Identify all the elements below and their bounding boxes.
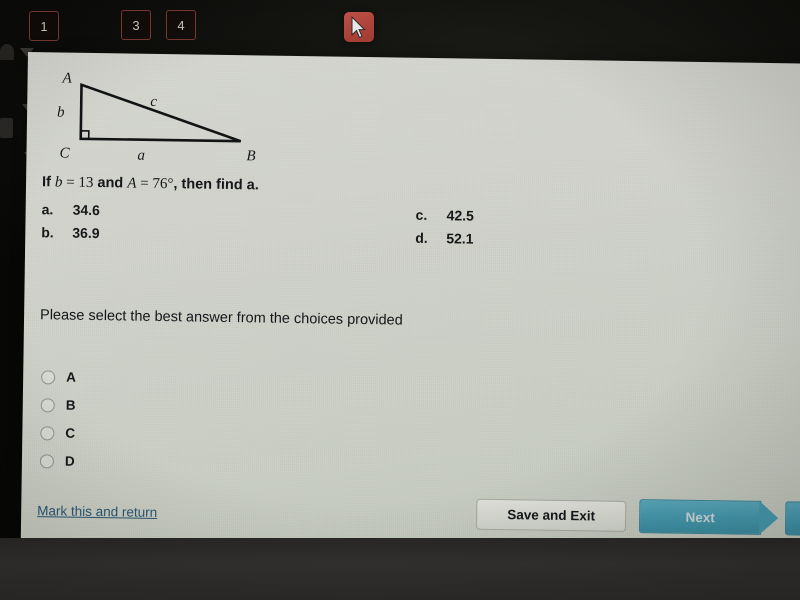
side-label-a: a (137, 147, 146, 164)
radio-circle-icon[interactable] (39, 453, 55, 468)
choice-b-value: 36.9 (72, 224, 100, 242)
choice-d-value: 52.1 (446, 230, 474, 247)
photo-bottom-edge (0, 538, 800, 600)
choice-a-value: 34.6 (72, 201, 101, 219)
choice-d: d. 52.1 (415, 230, 473, 247)
question-val-A: 76° (152, 175, 174, 193)
edge-icon-square (0, 118, 13, 138)
radio-option-b[interactable]: B (40, 397, 76, 413)
radio-circle-icon[interactable] (40, 397, 55, 412)
radio-option-c[interactable]: C (40, 425, 75, 441)
radio-option-d[interactable]: D (39, 453, 75, 469)
choice-c-value: 42.5 (446, 207, 474, 224)
vertex-label-C: C (59, 145, 70, 162)
instruction-text: Please select the best answer from the c… (39, 307, 403, 329)
save-and-exit-button[interactable]: Save and Exit (475, 498, 627, 532)
question-eq-2: = (136, 175, 153, 192)
edge-icon-rounded (0, 44, 14, 60)
mark-this-and-return-link[interactable]: Mark this and return (37, 503, 157, 520)
radio-label-d: D (64, 453, 75, 469)
question-eq-1: = (62, 174, 79, 191)
radio-circle-icon[interactable] (40, 425, 55, 440)
question-prefix: If (41, 174, 56, 191)
vertex-label-A: A (62, 70, 72, 87)
toolbar-chip-3[interactable]: 3 (121, 10, 151, 40)
side-label-c: c (150, 93, 158, 110)
next-button[interactable]: Next (638, 499, 762, 535)
choice-d-key: d. (415, 229, 428, 246)
question-val-b: 13 (78, 174, 94, 191)
choice-a-key: a. (41, 201, 54, 218)
question-panel: A b C a c B If b = 13 and A = 76°, then … (20, 52, 800, 559)
radio-label-a: A (66, 369, 77, 385)
triangle-figure: A b C a c B (42, 70, 273, 173)
question-text: If b = 13 and A = 76°, then find a. (42, 174, 259, 194)
red-toolbar-button[interactable] (344, 12, 374, 42)
question-conjunction: and (93, 174, 128, 192)
next-button-secondary[interactable] (784, 501, 800, 536)
choice-c-key: c. (415, 206, 428, 223)
radio-label-b: B (65, 397, 76, 413)
choice-c: c. 42.5 (416, 207, 474, 224)
choice-b-key: b. (41, 224, 54, 241)
triangle-svg (79, 82, 242, 143)
side-label-b: b (56, 104, 65, 121)
choice-a: a. 34.6 (42, 201, 100, 218)
question-suffix: , then find a. (173, 176, 259, 194)
radio-label-c: C (65, 425, 76, 441)
radio-circle-icon[interactable] (41, 369, 56, 384)
choice-b: b. 36.9 (41, 224, 99, 241)
screenshot-root: 1 3 4 A b C a c B If b = 13 and A = 76°,… (0, 0, 800, 600)
toolbar-chip-1[interactable]: 1 (29, 11, 59, 41)
toolbar-chip-4[interactable]: 4 (166, 10, 196, 40)
radio-option-a[interactable]: A (41, 369, 76, 385)
vertex-label-B: B (246, 148, 256, 165)
